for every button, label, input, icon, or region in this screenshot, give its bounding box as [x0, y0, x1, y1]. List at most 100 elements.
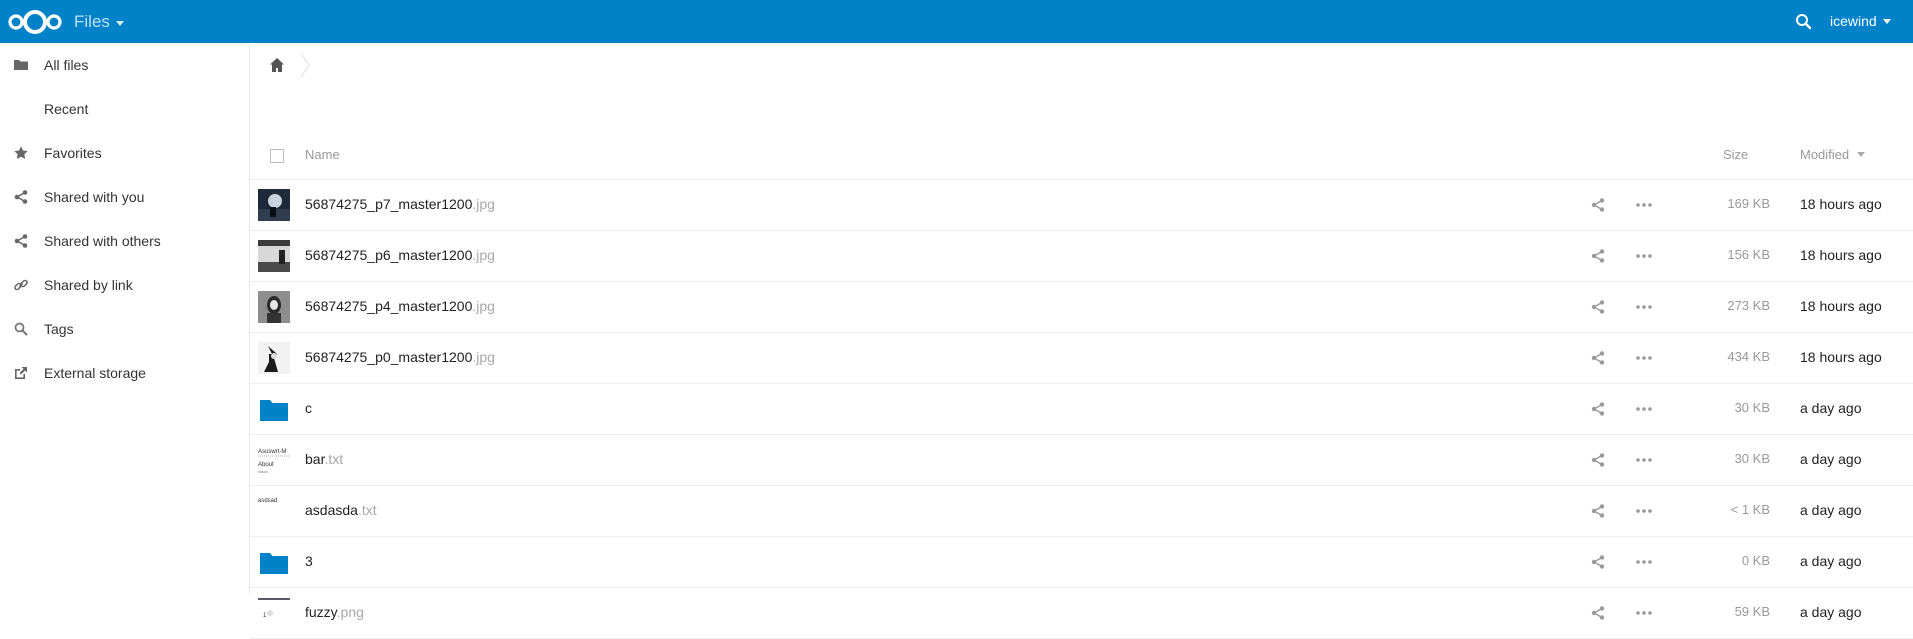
table-row[interactable]: 56874275_p0_master1200.jpg 434 KB 18 hou… — [250, 333, 1913, 384]
file-modified: a day ago — [1800, 502, 1862, 518]
sidebar-item-shared-with-others[interactable]: Shared with others — [0, 219, 249, 263]
user-menu[interactable]: icewind — [1830, 13, 1891, 29]
file-modified: 18 hours ago — [1800, 349, 1882, 365]
sidebar-item-shared-with-you[interactable]: Shared with you — [0, 175, 249, 219]
sidebar-item-label: External storage — [44, 365, 146, 381]
file-name[interactable]: 56874275_p7_master1200.jpg — [305, 196, 495, 212]
text-file-preview: asdsad — [258, 495, 290, 527]
file-basename: 56874275_p4_master1200 — [305, 298, 473, 314]
sidebar-item-label: Shared with others — [44, 233, 161, 249]
preview-line: About — [258, 462, 274, 468]
more-actions-icon[interactable] — [1635, 197, 1653, 213]
sidebar-item-tags[interactable]: Tags — [0, 307, 249, 351]
share-icon[interactable] — [1590, 197, 1606, 213]
app-menu[interactable]: Files — [74, 12, 124, 32]
image-thumbnail — [258, 342, 290, 374]
table-row[interactable]: 56874275_p7_master1200.jpg 169 KB 18 hou… — [250, 180, 1913, 231]
table-row[interactable]: Asuswrt-M About bar.txt 30 KB a day ago — [250, 435, 1913, 486]
file-basename: 56874275_p7_master1200 — [305, 196, 473, 212]
file-extension: .jpg — [472, 196, 495, 212]
file-modified: 18 hours ago — [1800, 196, 1882, 212]
file-name[interactable]: 56874275_p4_master1200.jpg — [305, 298, 495, 314]
image-thumbnail: 1 — [258, 597, 290, 629]
more-actions-icon[interactable] — [1635, 503, 1653, 519]
more-actions-icon[interactable] — [1635, 452, 1653, 468]
sidebar-item-recent[interactable]: Recent — [0, 87, 249, 131]
column-header-size[interactable]: Size — [1723, 147, 1748, 162]
file-modified: a day ago — [1800, 451, 1862, 467]
share-icon — [14, 190, 28, 204]
file-modified: a day ago — [1800, 604, 1862, 620]
column-header-modified[interactable]: Modified — [1800, 147, 1866, 162]
chevron-down-icon — [1882, 18, 1891, 24]
star-icon — [14, 146, 28, 159]
column-header-modified-label: Modified — [1800, 147, 1850, 162]
table-row[interactable]: c 30 KB a day ago — [250, 384, 1913, 435]
folder-icon — [260, 553, 288, 574]
more-actions-icon[interactable] — [1635, 605, 1653, 621]
file-name[interactable]: asdasda.txt — [305, 502, 377, 518]
file-name[interactable]: c — [305, 400, 312, 416]
image-thumbnail — [258, 189, 290, 221]
file-size: 59 KB — [1734, 604, 1770, 619]
file-size: 30 KB — [1734, 451, 1770, 466]
share-icon[interactable] — [1590, 248, 1606, 264]
more-actions-icon[interactable] — [1635, 554, 1653, 570]
sidebar: All files Recent Favorites Shared with y… — [0, 43, 250, 594]
file-table-body: 56874275_p7_master1200.jpg 169 KB 18 hou… — [250, 180, 1913, 639]
sidebar-item-favorites[interactable]: Favorites — [0, 131, 249, 175]
sidebar-item-label: Shared with you — [44, 189, 145, 205]
file-size: 156 KB — [1727, 247, 1770, 262]
text-file-preview: Asuswrt-M About — [258, 444, 290, 476]
more-actions-icon[interactable] — [1635, 401, 1653, 417]
sidebar-item-shared-by-link[interactable]: Shared by link — [0, 263, 249, 307]
share-icon[interactable] — [1590, 452, 1606, 468]
share-icon[interactable] — [1590, 350, 1606, 366]
sidebar-item-external-storage[interactable]: External storage — [0, 351, 249, 395]
table-row[interactable]: asdsad asdasda.txt < 1 KB a day ago — [250, 486, 1913, 537]
image-thumbnail — [258, 240, 290, 272]
top-header: Files icewind — [0, 0, 1913, 43]
more-actions-icon[interactable] — [1635, 248, 1653, 264]
file-name[interactable]: 3 — [305, 553, 313, 569]
external-link-icon — [15, 367, 27, 379]
share-icon[interactable] — [1590, 554, 1606, 570]
table-row[interactable]: 1 fuzzy.png 59 KB a day ago — [250, 588, 1913, 639]
file-basename: 56874275_p6_master1200 — [305, 247, 473, 263]
user-name: icewind — [1830, 13, 1877, 29]
file-name[interactable]: fuzzy.png — [305, 604, 364, 620]
more-actions-icon[interactable] — [1635, 299, 1653, 315]
home-icon[interactable] — [268, 56, 286, 74]
share-icon[interactable] — [1590, 401, 1606, 417]
file-size: 169 KB — [1727, 196, 1770, 211]
share-icon[interactable] — [1590, 503, 1606, 519]
sidebar-item-label: Favorites — [44, 145, 102, 161]
table-row[interactable]: 3 0 KB a day ago — [250, 537, 1913, 588]
tag-search-icon — [14, 322, 28, 336]
file-size: < 1 KB — [1730, 502, 1770, 517]
share-icon[interactable] — [1590, 299, 1606, 315]
select-all-checkbox[interactable] — [270, 149, 284, 163]
preview-line: Asuswrt-M — [258, 449, 286, 455]
file-name[interactable]: bar.txt — [305, 451, 343, 467]
file-extension: .jpg — [472, 349, 495, 365]
file-modified: a day ago — [1800, 553, 1862, 569]
file-modified: 18 hours ago — [1800, 247, 1882, 263]
sidebar-item-label: Shared by link — [44, 277, 133, 293]
table-row[interactable]: 56874275_p6_master1200.jpg 156 KB 18 hou… — [250, 231, 1913, 282]
table-row[interactable]: 56874275_p4_master1200.jpg 273 KB 18 hou… — [250, 282, 1913, 333]
file-size: 30 KB — [1734, 400, 1770, 415]
search-icon[interactable] — [1794, 12, 1814, 32]
folder-icon — [260, 400, 288, 421]
sidebar-item-all-files[interactable]: All files — [0, 43, 249, 87]
file-basename: 56874275_p0_master1200 — [305, 349, 473, 365]
folder-icon — [14, 60, 28, 70]
file-name[interactable]: 56874275_p6_master1200.jpg — [305, 247, 495, 263]
more-actions-icon[interactable] — [1635, 350, 1653, 366]
share-icon[interactable] — [1590, 605, 1606, 621]
breadcrumb-separator-icon — [300, 52, 310, 78]
file-size: 273 KB — [1727, 298, 1770, 313]
column-header-name[interactable]: Name — [305, 147, 340, 162]
nextcloud-logo[interactable] — [6, 7, 64, 37]
file-name[interactable]: 56874275_p0_master1200.jpg — [305, 349, 495, 365]
